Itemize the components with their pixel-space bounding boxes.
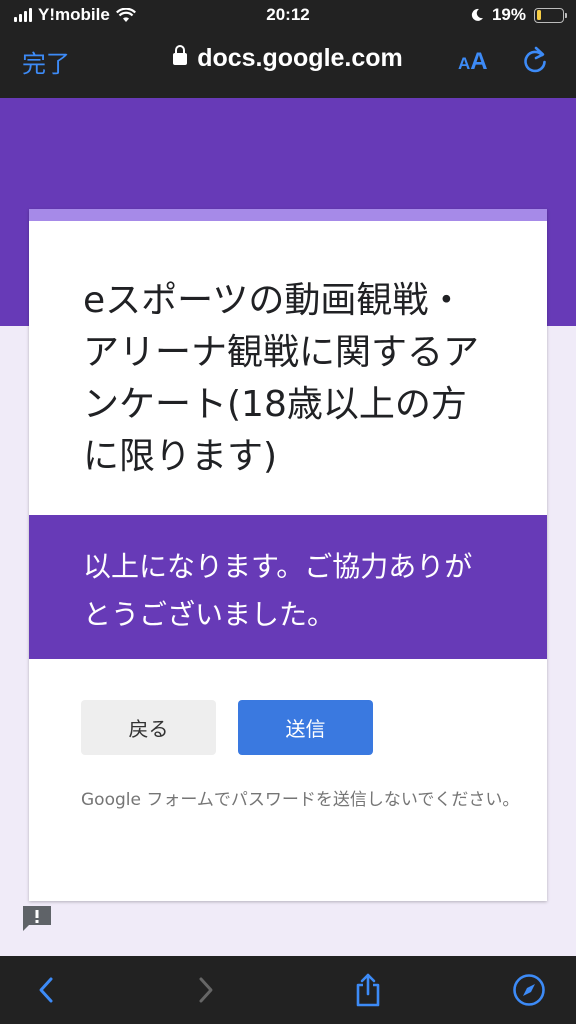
lock-icon (173, 45, 188, 65)
status-bar: Y!mobile 20:12 19% (0, 0, 576, 30)
url-text: docs.google.com (197, 44, 403, 72)
form-card: eスポーツの動画観戦・アリーナ観戦に関するアンケート(18歳以上の方に限ります)… (29, 209, 547, 901)
password-notice: Google フォームでパスワードを送信しないでください。 (81, 790, 520, 810)
battery-fill (536, 10, 542, 20)
reload-icon[interactable] (520, 46, 550, 76)
status-right: 19% (470, 5, 567, 25)
battery-icon (534, 7, 567, 23)
battery-percent: 19% (491, 5, 526, 24)
address-bar[interactable]: docs.google.com (0, 44, 576, 73)
card-accent-line (29, 209, 547, 221)
report-icon[interactable] (21, 904, 53, 932)
chevron-right-icon (199, 977, 213, 1003)
chevron-left-icon (39, 977, 53, 1003)
form-actions: 戻る 送信 (81, 700, 373, 755)
moon-icon (471, 8, 483, 21)
compass-icon (513, 974, 545, 1006)
safari-button[interactable] (509, 970, 549, 1010)
form-title: eスポーツの動画観戦・アリーナ観戦に関するアンケート(18歳以上の方に限ります) (83, 280, 480, 477)
back-nav-button[interactable] (26, 970, 66, 1010)
back-button[interactable]: 戻る (81, 700, 216, 755)
confirmation-message: 以上になります。ご協力ありがとうございました。 (29, 515, 547, 659)
share-icon (356, 973, 380, 1007)
forward-nav-button[interactable] (186, 970, 226, 1010)
browser-top-bar: 完了 docs.google.com AA (0, 30, 576, 98)
share-button[interactable] (348, 970, 388, 1010)
text-size-button[interactable]: AA (458, 48, 488, 76)
browser-toolbar (0, 956, 576, 1024)
submit-button[interactable]: 送信 (238, 700, 373, 755)
